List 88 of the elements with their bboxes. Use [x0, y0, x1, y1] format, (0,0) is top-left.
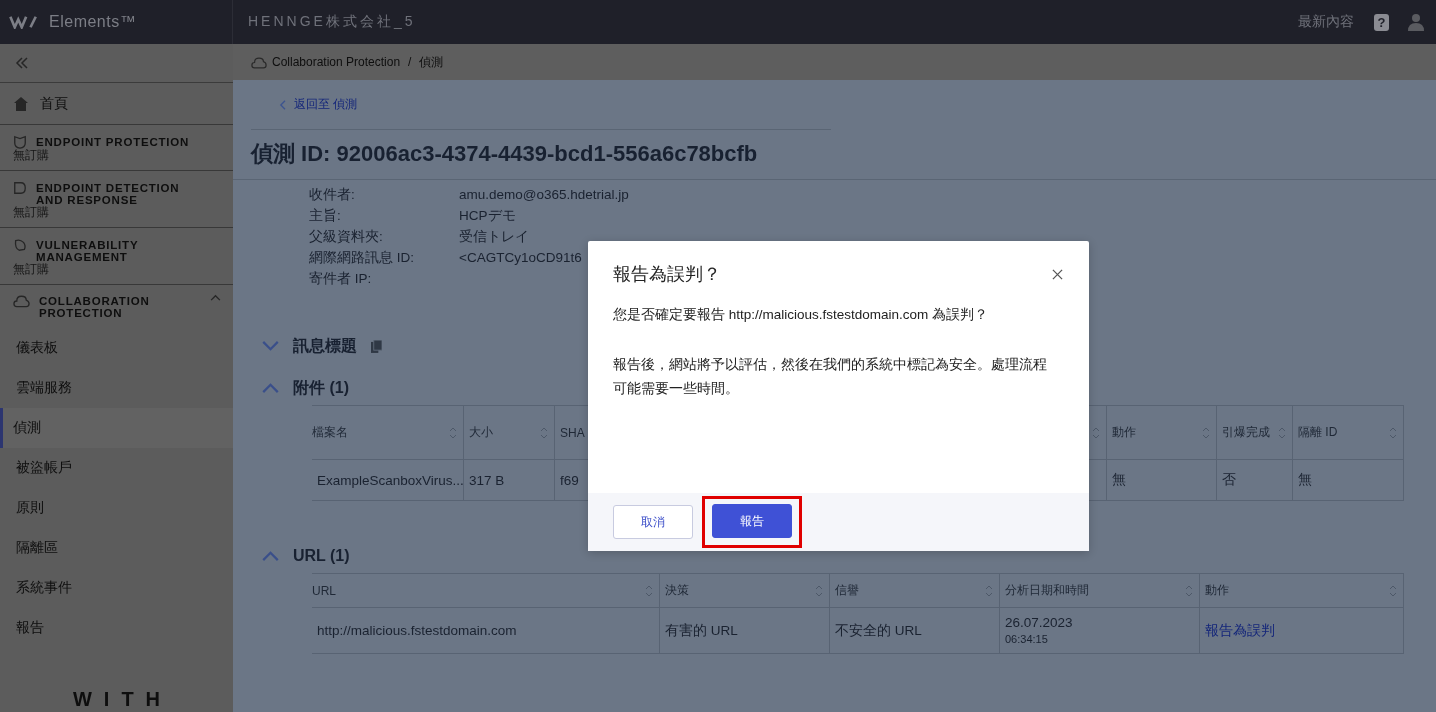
- sort-icon[interactable]: [449, 425, 457, 440]
- column-header[interactable]: 分析日期和時間: [1000, 573, 1200, 608]
- field-label: 網際網路訊息 ID:: [309, 249, 415, 267]
- table-cell-text: 否: [1221, 471, 1236, 489]
- breadcrumb-link[interactable]: Collaboration Protection: [272, 55, 401, 69]
- product-link[interactable]: COLLABORATION PROTECTION: [39, 294, 201, 319]
- shield-icon: [13, 135, 27, 149]
- subscription-status: 無訂購: [13, 263, 50, 276]
- dialog-question: 您是否確定要報告 http://malicious.fstestdomain.com 為誤判？: [613, 306, 990, 324]
- cloud-icon: [251, 55, 267, 69]
- sort-icon[interactable]: [540, 425, 548, 440]
- collapse-icon[interactable]: [15, 57, 29, 69]
- cancel-button[interactable]: 取消: [613, 505, 693, 539]
- dialog-title: 報告為誤判？: [613, 263, 721, 286]
- user-icon[interactable]: [1407, 13, 1425, 31]
- field-value: <CAGTCy1oCD91t6: [459, 249, 583, 267]
- product-name: Elements™: [49, 13, 137, 31]
- field-value: amu.demo@o365.hdetrial.jp: [459, 186, 630, 204]
- chevron-icon[interactable]: [262, 551, 279, 561]
- copy-icon[interactable]: [371, 339, 382, 353]
- sort-icon[interactable]: [1389, 583, 1397, 598]
- sort-icon[interactable]: [1278, 425, 1286, 440]
- footer-logo: WITH: [71, 688, 173, 712]
- column-header[interactable]: 信譽: [830, 573, 1000, 608]
- column-header[interactable]: 動作: [1107, 405, 1217, 460]
- sort-icon[interactable]: [985, 583, 993, 598]
- breadcrumb-separator: /: [408, 55, 412, 69]
- column-header[interactable]: 隔離 ID: [1293, 405, 1404, 460]
- table-cell-text: 不安全的 URL: [834, 621, 922, 640]
- whats-new-link[interactable]: 最新內容: [1298, 13, 1354, 31]
- nav-item[interactable]: 儀表板: [0, 328, 233, 368]
- table-cell-text: 06:34:15: [1004, 631, 1048, 647]
- nav-item[interactable]: 雲端服務: [0, 368, 233, 408]
- field-label: 父級資料夾:: [309, 228, 384, 246]
- subscription-status: 無訂購: [13, 149, 50, 162]
- nav-item[interactable]: 原則: [0, 488, 233, 528]
- dialog-message: 報告後，網站將予以評估，然後在我們的系統中標記為安全。處理流程可能需要一些時間。: [613, 356, 1048, 398]
- section-title: 訊息標題: [293, 335, 357, 356]
- report-false-positive-link[interactable]: 報告為誤判: [1200, 621, 1275, 640]
- column-header[interactable]: 動作: [1200, 573, 1404, 608]
- table-cell-text: ExampleScanboxVirus...: [316, 472, 464, 488]
- table-cell-text: 無: [1297, 471, 1312, 489]
- product-link[interactable]: ENDPOINT PROTECTION: [36, 135, 196, 148]
- nav-item[interactable]: 系統事件: [0, 568, 233, 608]
- product-link[interactable]: VULNERABILITY MANAGEMENT: [36, 238, 196, 263]
- sort-icon[interactable]: [815, 583, 823, 598]
- nav-item[interactable]: 偵測: [0, 408, 233, 448]
- section-title: URL (1): [293, 547, 350, 565]
- nav-item[interactable]: 被盜帳戶: [0, 448, 233, 488]
- section-title: 附件 (1): [293, 377, 349, 398]
- sort-icon[interactable]: [1092, 425, 1100, 440]
- sort-icon[interactable]: [1185, 583, 1193, 598]
- column-header[interactable]: 檔案名: [312, 405, 464, 460]
- column-header[interactable]: 引爆完成: [1217, 405, 1293, 460]
- column-header[interactable]: 大小: [464, 405, 555, 460]
- back-link[interactable]: 返回至 偵測: [279, 96, 358, 113]
- field-value: 受信トレイ: [459, 228, 530, 246]
- help-icon[interactable]: ?: [1374, 13, 1389, 31]
- chevron-left-icon: [279, 99, 286, 110]
- table-cell-text: 317 B: [468, 472, 505, 488]
- breadcrumb-link[interactable]: 偵測: [419, 53, 444, 71]
- column-header[interactable]: URL: [312, 573, 660, 608]
- table-cell-text: f69: [559, 472, 579, 488]
- field-label: 寄件者 IP:: [309, 270, 373, 288]
- field-value: HCPデモ: [459, 207, 517, 225]
- nav-item[interactable]: 隔離區: [0, 528, 233, 568]
- chevron-icon[interactable]: [210, 294, 221, 301]
- column-header[interactable]: 決策: [660, 573, 830, 608]
- field-label: 收件者:: [309, 186, 356, 204]
- sort-icon[interactable]: [1202, 425, 1210, 440]
- tenant-name: HENNGE株式会社_5: [248, 13, 416, 31]
- home-icon: [13, 95, 29, 112]
- cloud-icon: [13, 294, 30, 308]
- sort-icon[interactable]: [1389, 425, 1397, 440]
- table-cell-text: http://malicious.fstestdomain.com: [316, 623, 517, 638]
- field-label: 主旨:: [309, 207, 342, 225]
- table-cell-text: 無: [1111, 471, 1126, 489]
- chevron-icon[interactable]: [262, 341, 279, 351]
- sort-icon[interactable]: [645, 583, 653, 598]
- close-icon[interactable]: [1052, 268, 1063, 280]
- table-cell-text: 26.07.2023: [1004, 614, 1073, 631]
- report-button[interactable]: 報告: [712, 504, 792, 538]
- subscription-status: 無訂購: [13, 206, 50, 219]
- page-title: 偵測 ID: 92006ac3-4374-4439-bcd1-556a6c78bcfb: [233, 130, 1436, 180]
- nav-item[interactable]: 報告: [0, 608, 233, 648]
- product-link[interactable]: ENDPOINT DETECTION AND RESPONSE: [36, 181, 196, 206]
- table-cell-text: 有害的 URL: [664, 621, 738, 640]
- chevron-icon[interactable]: [262, 383, 279, 393]
